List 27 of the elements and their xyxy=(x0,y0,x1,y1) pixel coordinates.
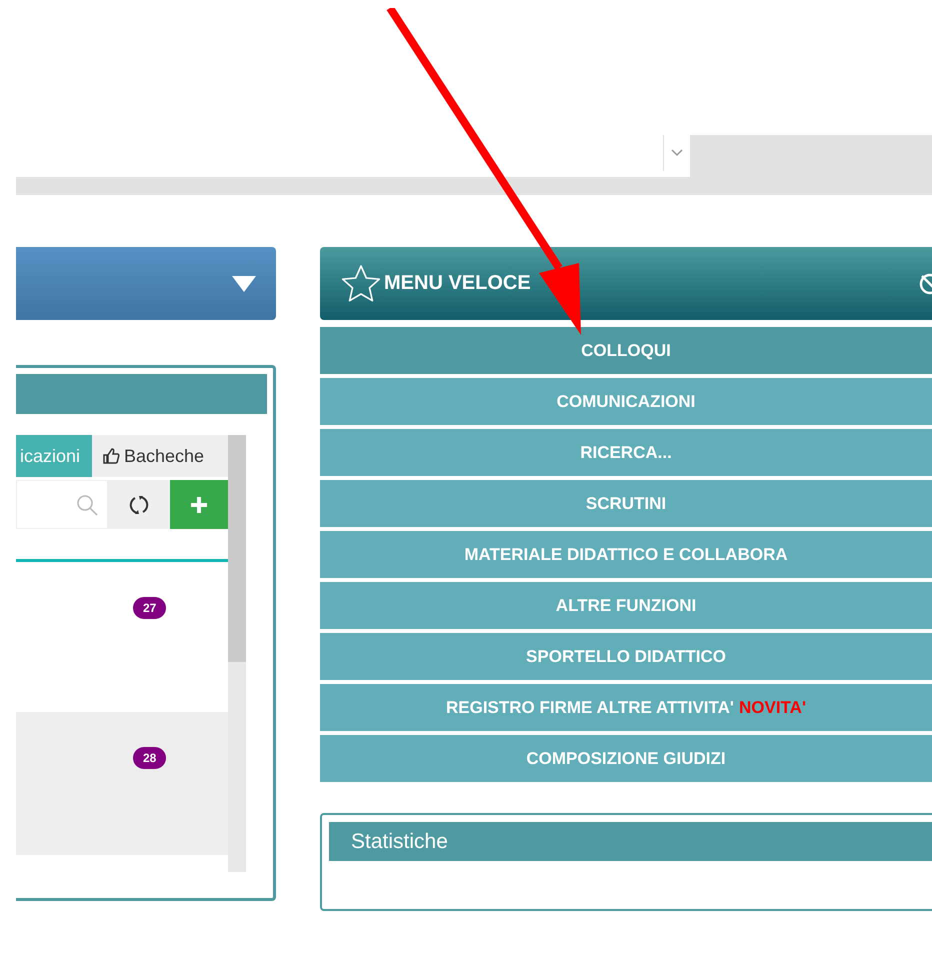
scrollbar-thumb[interactable] xyxy=(228,435,246,662)
count-badge: 28 xyxy=(133,747,166,769)
collapsed-panel-header[interactable] xyxy=(16,247,276,320)
star-icon xyxy=(340,262,382,304)
count-badge: 27 xyxy=(133,597,166,619)
refresh-button[interactable] xyxy=(108,480,170,529)
panel-title: Statistiche xyxy=(351,830,448,854)
plus-icon xyxy=(190,496,208,514)
refresh-icon xyxy=(129,494,149,516)
menu-item[interactable]: ALTRE FUNZIONI xyxy=(320,582,932,629)
menu-title: MENU VELOCE xyxy=(384,272,531,295)
menu-item[interactable]: MATERIALE DIDATTICO E COLLABORA xyxy=(320,531,932,578)
scrollbar[interactable] xyxy=(228,435,246,872)
menu-item[interactable]: REGISTRO FIRME ALTRE ATTIVITA' NOVITA' xyxy=(320,684,932,731)
menu-item[interactable]: COLLOQUI xyxy=(320,327,932,374)
thumbs-up-icon xyxy=(102,447,120,465)
chevron-icon xyxy=(671,149,683,157)
menu-item[interactable]: RICERCA... xyxy=(320,429,932,476)
menu-item[interactable]: COMUNICAZIONI xyxy=(320,378,932,425)
menu-item[interactable]: SCRUTINI xyxy=(320,480,932,527)
menu-item[interactable]: SPORTELLO DIDATTICO xyxy=(320,633,932,680)
tab[interactable]: icazioni xyxy=(16,435,92,477)
dropdown-triangle-icon xyxy=(232,276,256,292)
search-field[interactable] xyxy=(16,480,108,529)
search-icon xyxy=(75,492,99,516)
list-item[interactable]: 28 xyxy=(16,712,228,855)
menu-item[interactable]: COMPOSIZIONE GIUDIZI xyxy=(320,735,932,782)
